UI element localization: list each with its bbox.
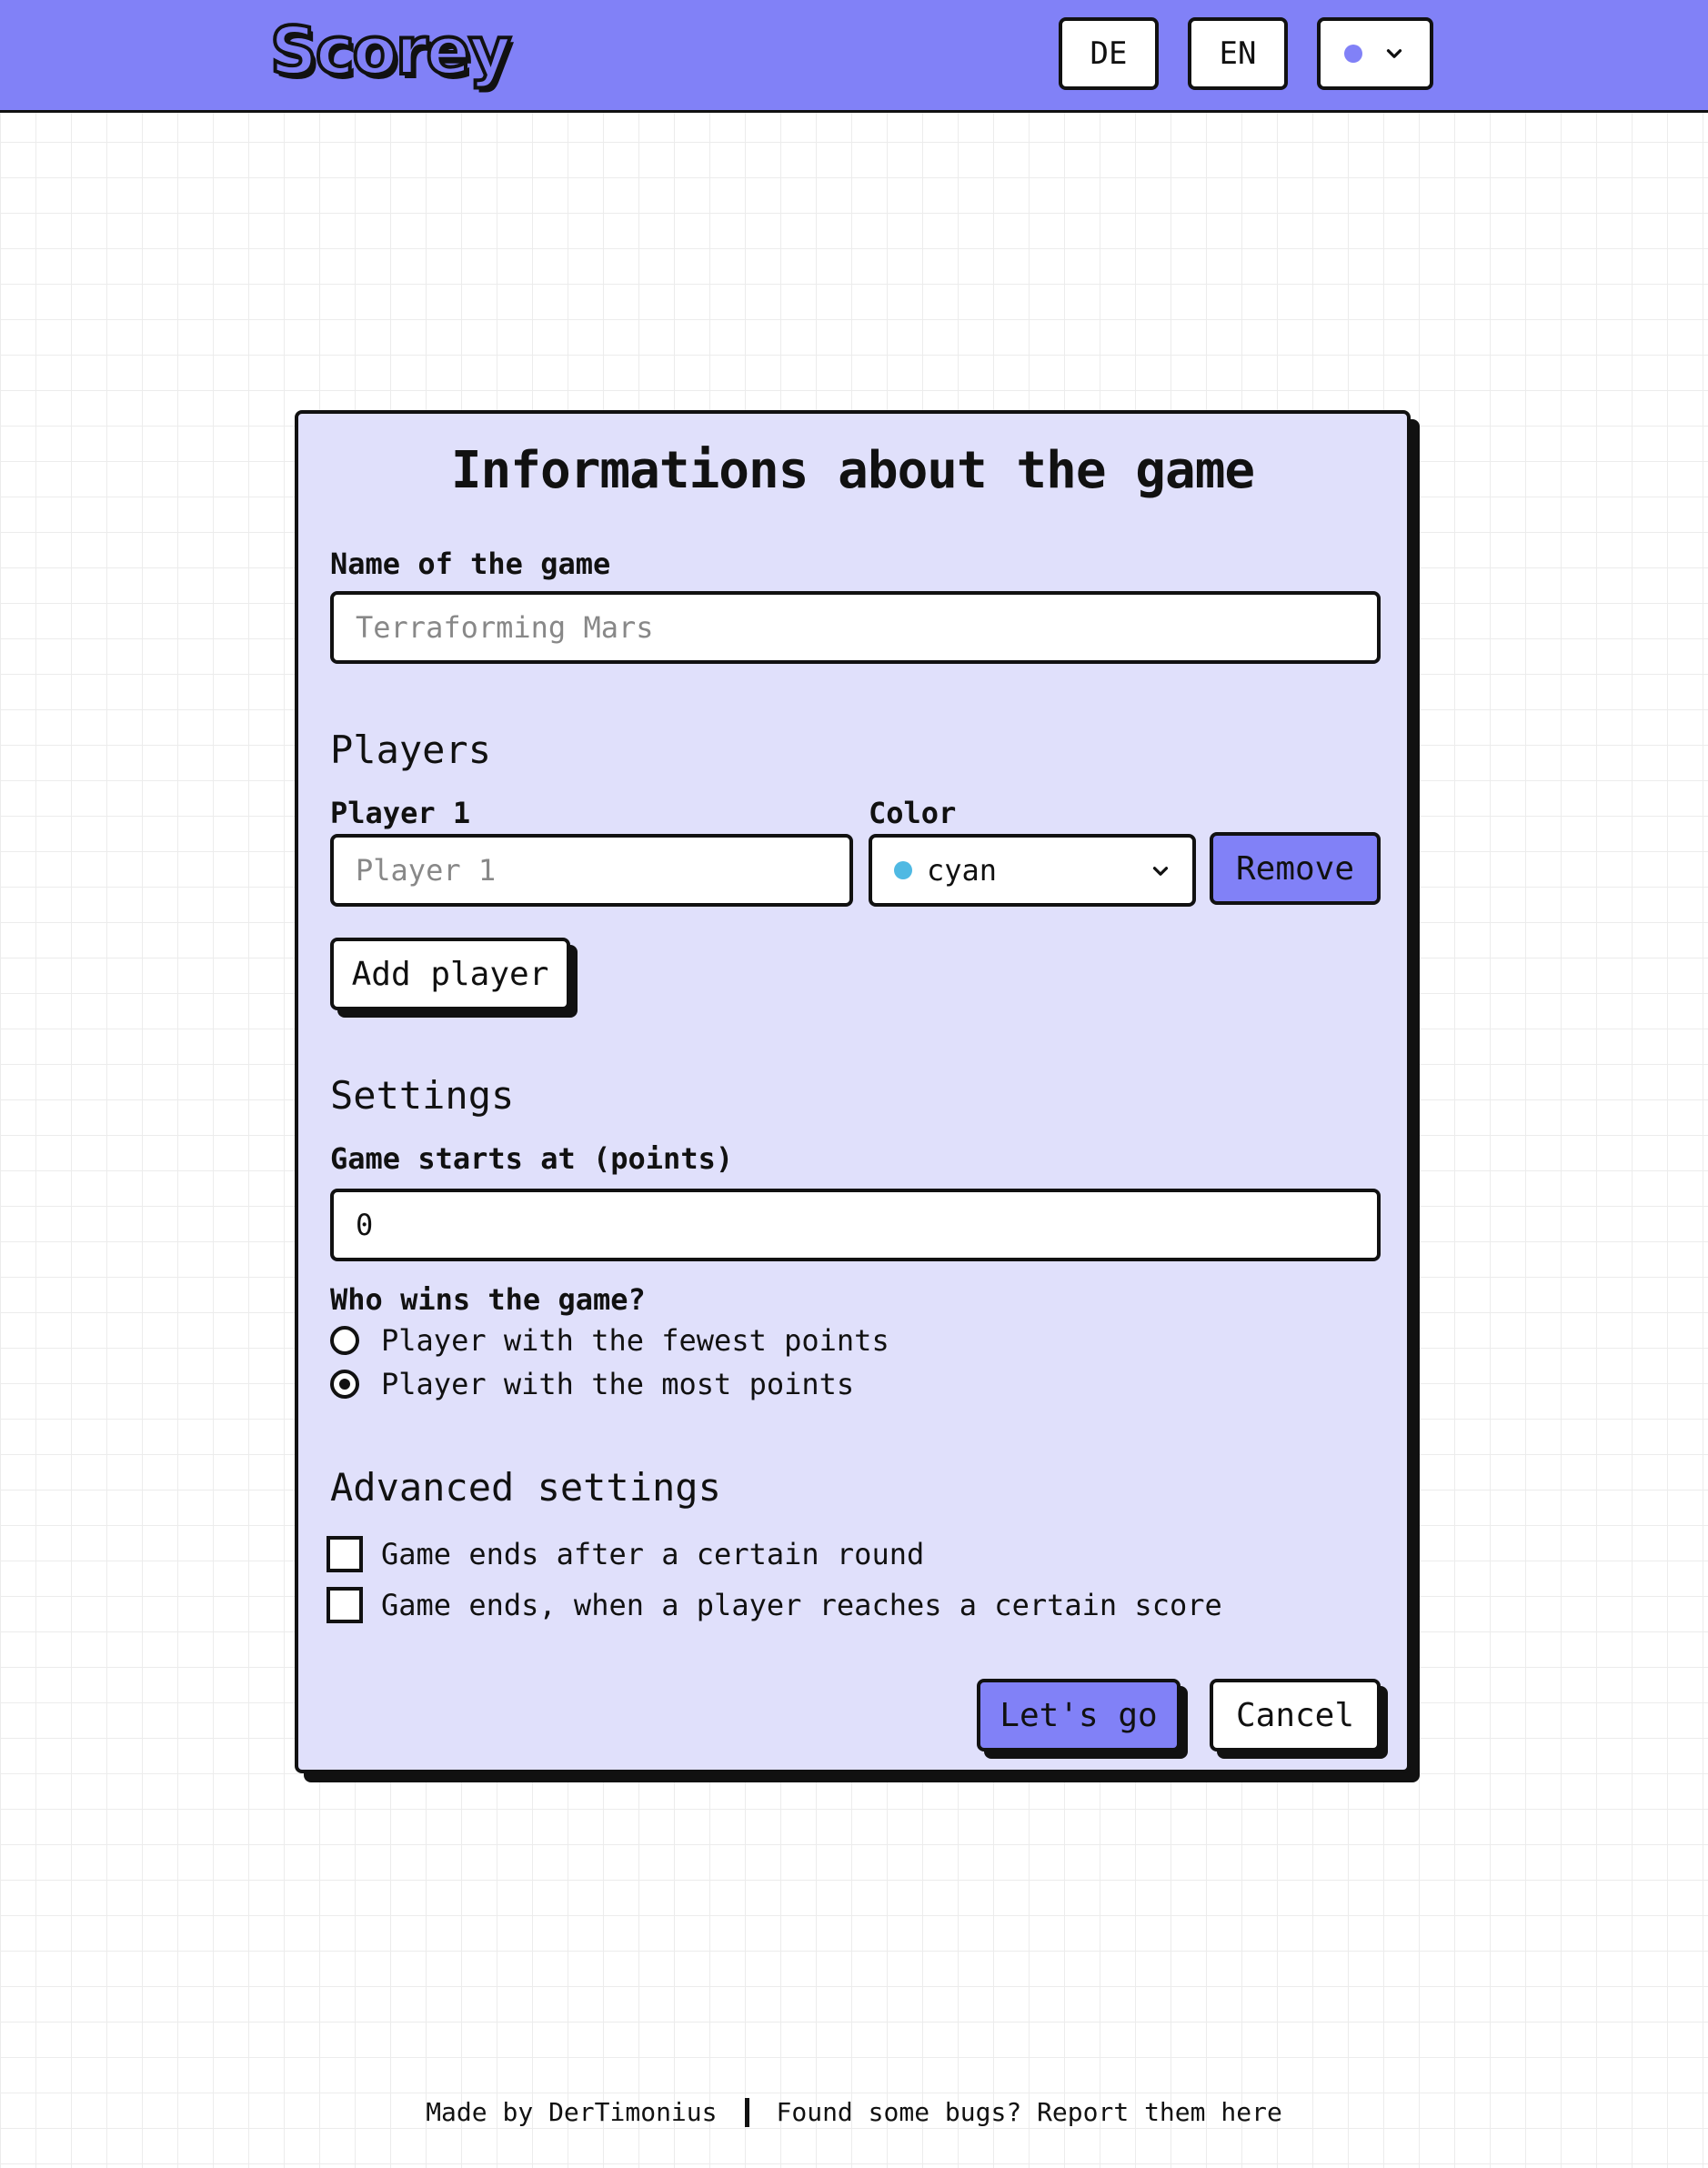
winner-fewest-label: Player with the fewest points [381, 1323, 889, 1358]
radio-most[interactable] [330, 1370, 359, 1399]
winner-most-label: Player with the most points [381, 1367, 855, 1401]
player-1-color-select[interactable]: cyan [869, 834, 1196, 907]
end-after-round-option[interactable]: Game ends after a certain round [327, 1536, 924, 1572]
language-de-button[interactable]: DE [1059, 17, 1159, 90]
cancel-button[interactable]: Cancel [1210, 1679, 1381, 1751]
color-swatch [894, 861, 912, 879]
remove-player-button[interactable]: Remove [1210, 832, 1381, 905]
color-select-value: cyan [927, 853, 998, 888]
language-en-button[interactable]: EN [1188, 17, 1288, 90]
game-name-input[interactable] [330, 591, 1381, 664]
settings-heading: Settings [330, 1073, 515, 1118]
start-points-input[interactable] [330, 1189, 1381, 1261]
app-logo[interactable]: Scorey [268, 16, 513, 85]
report-bugs-link[interactable]: Found some bugs? Report them here [777, 2097, 1282, 2127]
made-by-link[interactable]: Made by DerTimonius [426, 2097, 717, 2127]
winner-fewest-option[interactable]: Player with the fewest points [330, 1323, 889, 1358]
end-at-score-label: Game ends, when a player reaches a certa… [381, 1588, 1222, 1622]
top-bar: Scorey DE EN [0, 0, 1708, 113]
radio-fewest[interactable] [330, 1326, 359, 1355]
winner-label: Who wins the game? [330, 1282, 646, 1317]
page-title: Informations about the game [450, 441, 1255, 500]
game-setup-card: Informations about the game Name of the … [295, 410, 1411, 1773]
theme-color-dot [1344, 45, 1362, 63]
footer: Made by DerTimonius Found some bugs? Rep… [0, 2097, 1708, 2127]
players-heading: Players [330, 728, 492, 772]
winner-most-option[interactable]: Player with the most points [330, 1367, 854, 1401]
end-at-score-checkbox[interactable] [327, 1587, 363, 1623]
chevron-down-icon [1152, 867, 1169, 876]
footer-divider [744, 2097, 749, 2127]
theme-select[interactable] [1317, 17, 1433, 90]
lets-go-button[interactable]: Let's go [977, 1679, 1181, 1751]
end-after-round-label: Game ends after a certain round [381, 1537, 925, 1571]
advanced-settings-heading: Advanced settings [330, 1465, 721, 1510]
player-1-label: Player 1 [330, 796, 471, 830]
player-1-name-input[interactable] [330, 834, 853, 907]
color-label: Color [869, 796, 957, 830]
chevron-down-icon [1386, 49, 1402, 58]
end-at-score-option[interactable]: Game ends, when a player reaches a certa… [327, 1587, 1222, 1623]
end-after-round-checkbox[interactable] [327, 1536, 363, 1572]
game-name-label: Name of the game [330, 547, 611, 581]
add-player-button[interactable]: Add player [330, 938, 570, 1010]
start-points-label: Game starts at (points) [330, 1141, 734, 1176]
